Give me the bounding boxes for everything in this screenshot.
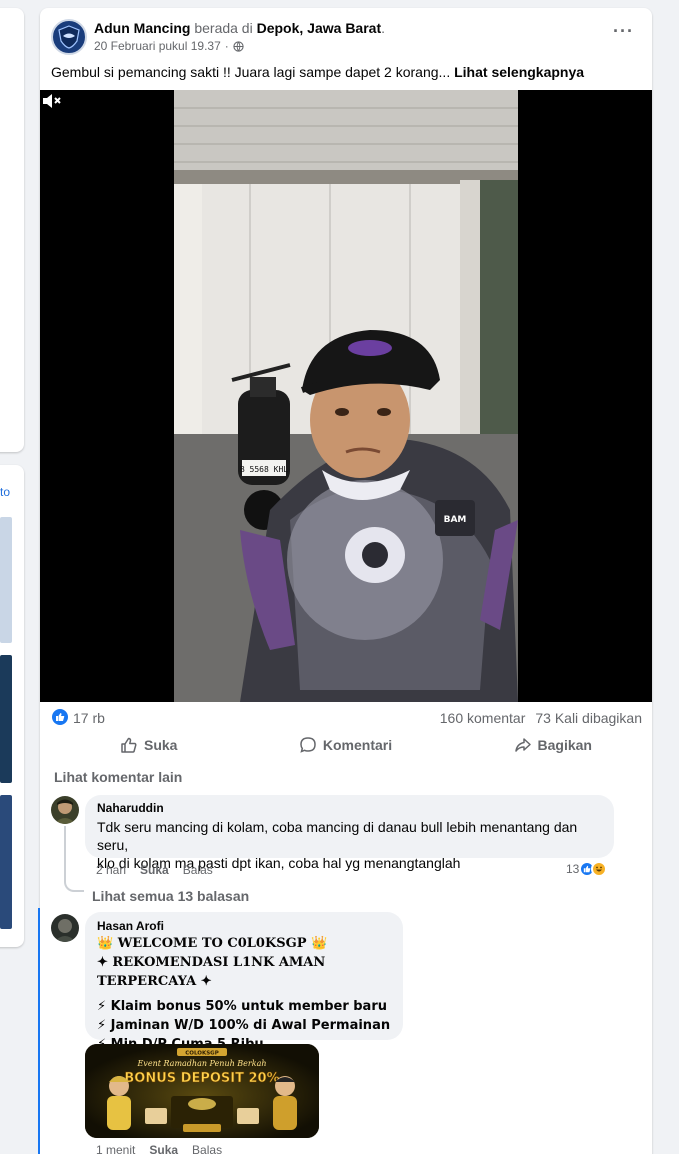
like-button[interactable]: Suka bbox=[120, 732, 177, 758]
like-reaction-icon[interactable] bbox=[52, 709, 68, 725]
comment-attachment-image[interactable]: COLOKSGP Event Ramadhan Penuh Berkah BON… bbox=[85, 1044, 319, 1138]
post-timestamp[interactable]: 20 Februari pukul 19.37 bbox=[94, 39, 221, 53]
promo-brand: COLOKSGP bbox=[185, 1051, 218, 1057]
left-column-card-bottom: to bbox=[0, 465, 24, 947]
post-caption: Gembul si pemancing sakti !! Juara lagi … bbox=[51, 64, 584, 80]
share-arrow-icon bbox=[514, 738, 531, 752]
see-more-link[interactable]: Lihat selengkapnya bbox=[454, 64, 584, 80]
comment-bubble: Naharuddin Tdk seru mancing di kolam, co… bbox=[85, 795, 614, 871]
svg-text:BAM: BAM bbox=[444, 515, 467, 525]
sidebar-thumbnail[interactable] bbox=[0, 655, 12, 783]
left-column-card-top bbox=[0, 8, 24, 452]
comment-meta: 1 menit Suka Balas bbox=[96, 1143, 222, 1154]
laughing-face-icon bbox=[596, 866, 603, 872]
video-frame: B 5568 KHL BAM bbox=[40, 90, 652, 702]
comment-count[interactable]: 160 komentar bbox=[440, 710, 526, 726]
sidebar-thumbnail[interactable] bbox=[0, 517, 12, 643]
post-video[interactable]: B 5568 KHL BAM bbox=[40, 90, 652, 702]
promo-headline: BONUS DEPOSIT 20% bbox=[124, 1071, 279, 1086]
share-button[interactable]: Bagikan bbox=[514, 732, 592, 758]
view-replies-link[interactable]: Lihat semua 13 balasan bbox=[92, 888, 249, 904]
promo-top-text: Event Ramadhan Penuh Berkah bbox=[136, 1059, 266, 1068]
comment-reaction-count: 13 bbox=[566, 862, 580, 876]
comment-reactions[interactable]: 13 bbox=[566, 861, 608, 877]
sidebar-thumbnail[interactable] bbox=[0, 795, 12, 929]
commenter-avatar[interactable] bbox=[51, 796, 79, 824]
comment-time[interactable]: 2 hari bbox=[96, 863, 126, 877]
post-header-line: Adun Mancing berada di Depok, Jawa Barat… bbox=[94, 20, 385, 36]
timestamp-separator: · bbox=[224, 39, 229, 53]
post-stats: 17 rb 160 komentar 73 Kali dibagikan bbox=[52, 708, 642, 728]
commenter-avatar[interactable] bbox=[51, 914, 79, 942]
comment-like-button[interactable]: Suka bbox=[149, 1143, 178, 1154]
comment-meta: 2 hari Suka Balas bbox=[96, 863, 213, 877]
comment-reply-button[interactable]: Balas bbox=[192, 1143, 222, 1154]
comment-reply-button[interactable]: Balas bbox=[183, 863, 213, 877]
comment-button[interactable]: Komentari bbox=[299, 732, 392, 758]
comment-text-line: ⚡ Klaim bonus 50% untuk member baru bbox=[97, 999, 387, 1014]
comment-time[interactable]: 1 menit bbox=[96, 1143, 135, 1154]
comment-text-line: Tdk seru mancing di kolam, coba mancing … bbox=[97, 819, 578, 853]
thumbs-up-outline-icon bbox=[121, 737, 137, 753]
globe-icon bbox=[233, 40, 244, 52]
reaction-count[interactable]: 17 rb bbox=[73, 710, 105, 726]
promo-banner: COLOKSGP Event Ramadhan Penuh Berkah BON… bbox=[85, 1044, 319, 1138]
like-label: Suka bbox=[144, 737, 178, 753]
shield-logo-icon bbox=[58, 25, 80, 49]
action-bar: Suka Komentari Bagikan bbox=[52, 732, 640, 758]
share-label: Bagikan bbox=[537, 737, 592, 753]
reply-thread-line bbox=[64, 826, 84, 892]
haha-reaction-icon bbox=[591, 861, 608, 877]
comment-text-line: ⚡ Jaminan W/D 100% di Awal Permainan bbox=[97, 1018, 391, 1033]
commenter-name[interactable]: Hasan Arofi bbox=[97, 919, 391, 933]
avatar-photo bbox=[51, 914, 79, 942]
more-dots-icon[interactable]: ··· bbox=[613, 22, 634, 40]
page-name[interactable]: Adun Mancing bbox=[94, 20, 190, 36]
comment-bubble: Hasan Arofi 👑 WELCOME TO C0L0KSGP 👑 ✦ RE… bbox=[85, 912, 403, 1052]
comment-text-line: 👑 WELCOME TO C0L0KSGP 👑 bbox=[97, 936, 328, 951]
post-meta: 20 Februari pukul 19.37 · bbox=[94, 39, 244, 53]
sidebar-link-fragment[interactable]: to bbox=[0, 485, 10, 499]
caption-text: Gembul si pemancing sakti !! Juara lagi … bbox=[51, 64, 451, 80]
comment-text-line: ✦ REKOMENDASI L1NK AMAN TERPERCAYA ✦ bbox=[97, 955, 326, 989]
highlight-bar bbox=[38, 908, 40, 1154]
location-suffix: . bbox=[381, 20, 385, 36]
location-link[interactable]: Depok, Jawa Barat bbox=[257, 20, 382, 36]
license-plate: B 5568 KHL bbox=[240, 465, 288, 474]
share-count[interactable]: 73 Kali dibagikan bbox=[535, 710, 642, 726]
commenter-name[interactable]: Naharuddin bbox=[97, 801, 602, 815]
page-avatar[interactable] bbox=[51, 19, 87, 55]
view-more-comments[interactable]: Lihat komentar lain bbox=[54, 769, 182, 785]
comment-label: Komentari bbox=[322, 737, 393, 753]
speaker-muted-icon[interactable] bbox=[40, 90, 62, 112]
avatar-photo bbox=[51, 796, 79, 824]
comment-bubble-icon bbox=[300, 737, 316, 753]
location-connector: berada di bbox=[194, 20, 253, 36]
thumbs-up-icon bbox=[584, 865, 591, 873]
thumbs-up-icon bbox=[56, 713, 65, 721]
comment-like-button[interactable]: Suka bbox=[140, 863, 169, 877]
post-card: Adun Mancing berada di Depok, Jawa Barat… bbox=[38, 8, 652, 1154]
stats-right: 160 komentar 73 Kali dibagikan bbox=[440, 710, 642, 726]
